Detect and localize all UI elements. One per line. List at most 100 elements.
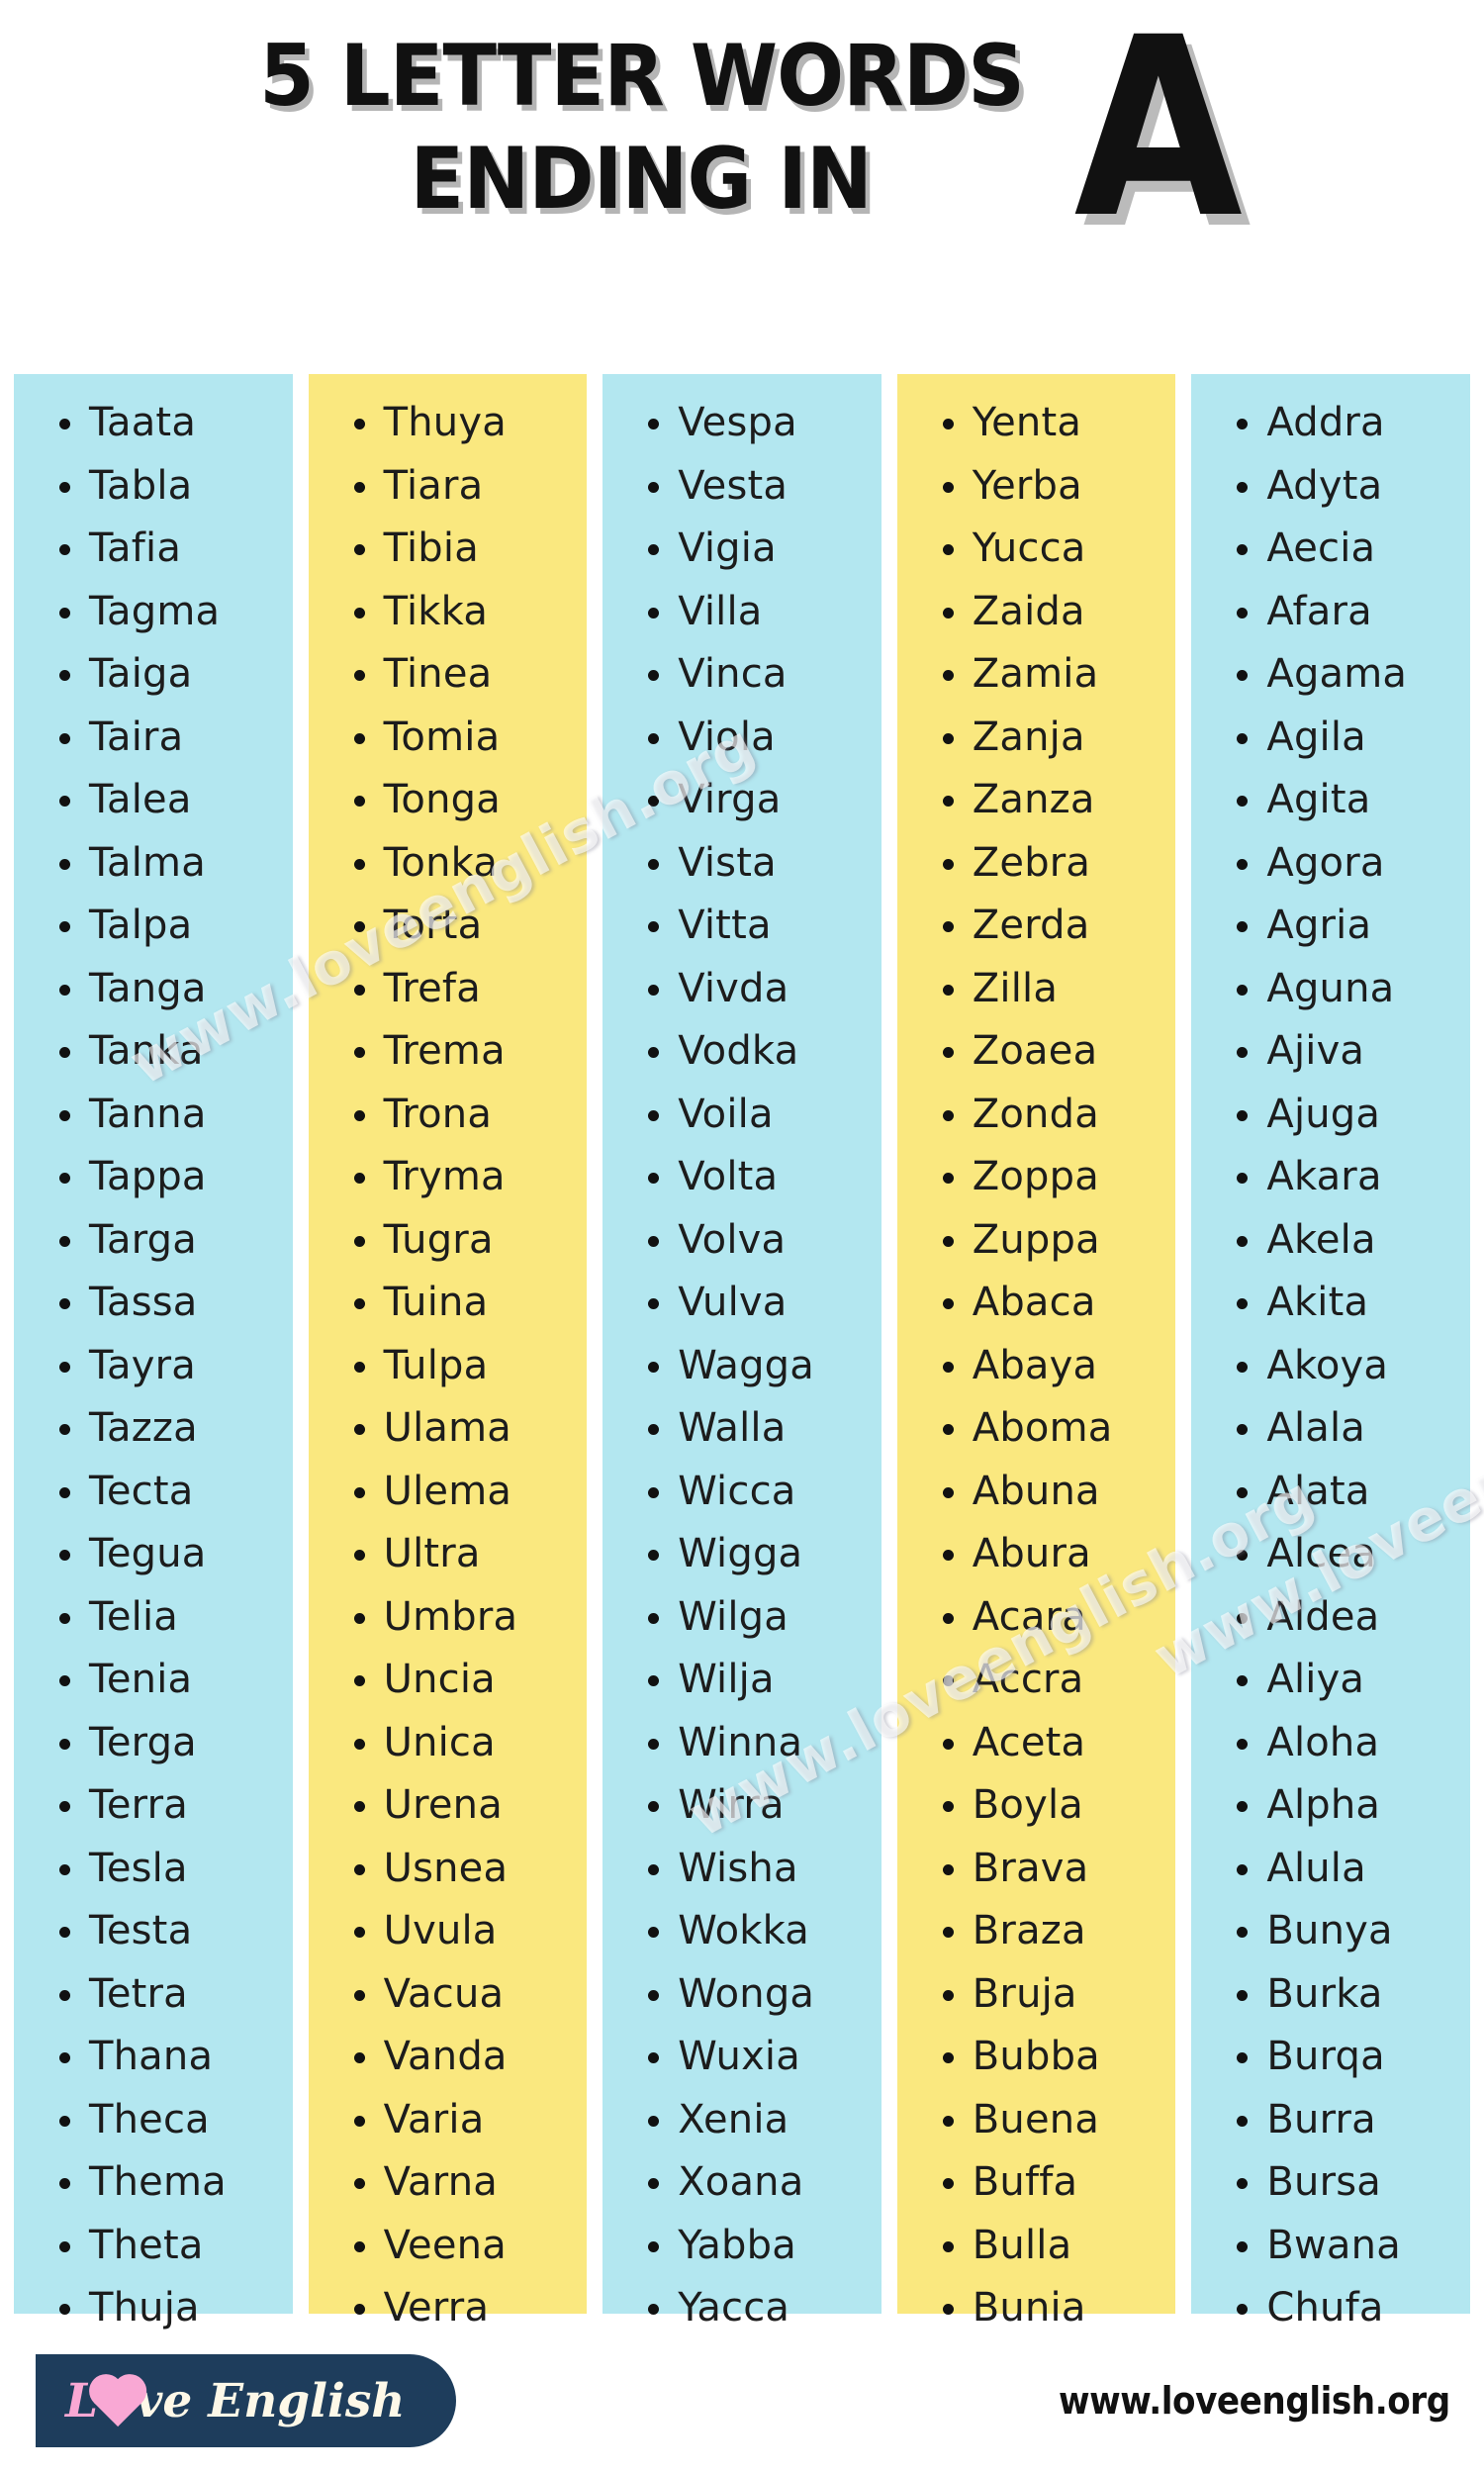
word-label: Tibia [383,525,479,571]
list-item: Xoana [603,2151,881,2215]
list-item: Volta [603,1146,881,1209]
list-item: Trema [309,1020,588,1084]
list-item: Tonga [309,769,588,832]
list-item: Addra [1191,392,1470,455]
bullet-icon [648,732,660,744]
bullet-icon [353,1235,365,1247]
list-item: Acara [897,1586,1176,1650]
bullet-icon [942,670,954,681]
bullet-icon [59,1173,70,1184]
list-item: Ulema [309,1461,588,1524]
bullet-icon [1237,1612,1249,1624]
list-item: Aboma [897,1397,1176,1461]
list-item: Trona [309,1084,588,1147]
list-item: Tanna [14,1084,293,1147]
word-label: Testa [89,1908,193,1953]
bullet-icon [59,670,70,681]
list-item: Tetra [14,1963,293,2027]
bullet-icon [353,1173,365,1184]
bullet-icon [648,1109,660,1121]
word-label: Vanda [383,2034,508,2079]
bullet-icon [59,732,70,744]
list-item: Akita [1191,1272,1470,1335]
word-label: Tayra [89,1342,196,1388]
list-item: Wagga [603,1335,881,1398]
bullet-icon [648,1927,660,1938]
logo-text: L ve English [65,2374,405,2428]
list-item: Wuxia [603,2026,881,2089]
list-item: Talea [14,769,293,832]
word-label: Vodka [678,1028,799,1074]
word-label: Vivda [678,965,789,1011]
list-item: Tassa [14,1272,293,1335]
love-english-logo[interactable]: L ve English [36,2354,457,2447]
word-label: Vista [678,839,777,886]
word-label: Wigga [678,1531,803,1576]
word-label: Talea [89,777,192,822]
word-label: Tiara [383,462,484,509]
word-label: Umbra [383,1593,518,1640]
word-label: Ulama [383,1405,511,1451]
word-label: Viola [678,714,776,760]
word-label: Ulema [383,1468,512,1514]
list-item: Terga [14,1712,293,1775]
word-label: Agama [1266,651,1408,697]
list-item: Wirra [603,1774,881,1838]
word-column-4: Yenta Yerba Yucca Zaida Zamia Zanja Zanza Zebra… [896,374,1176,2331]
word-label: Torta [383,903,483,948]
list-item: Uvula [309,1900,588,1963]
word-label: Talpa [89,903,193,948]
bullet-icon [942,1424,954,1435]
list-item: Talma [14,832,293,896]
word-label: Aceta [972,1719,1086,1765]
list-item: Tuina [309,1272,588,1335]
list-item: Yucca [897,518,1176,581]
bullet-icon [942,858,954,870]
bullet-icon [942,2115,954,2127]
bullet-icon [59,481,70,493]
word-label: Burka [1266,1970,1383,2017]
bullet-icon [1237,2115,1249,2127]
list-item: Braza [897,1900,1176,1963]
bullet-icon [648,1298,660,1309]
word-label: Vesta [678,462,788,509]
word-label: Tuina [383,1280,489,1325]
bullet-icon [942,1550,954,1561]
bullet-icon [353,1863,365,1875]
bullet-icon [1237,984,1249,996]
list-item: Abaya [897,1335,1176,1398]
bullet-icon [353,1989,365,2001]
list-item: Abuna [897,1461,1176,1524]
bullet-icon [1237,2304,1249,2315]
word-label: Zoaea [972,1028,1098,1074]
bullet-icon [648,1550,660,1561]
bullet-icon [353,419,365,429]
word-label: Accra [972,1657,1084,1702]
list-item: Targa [14,1209,293,1273]
bullet-icon [942,1863,954,1875]
list-item: Adyta [1191,455,1470,519]
bullet-icon [942,2304,954,2315]
bullet-icon [353,1738,365,1750]
bullet-icon [353,732,365,744]
bullet-icon [59,858,70,870]
bullet-icon [353,481,365,493]
list-item: Burra [1191,2089,1470,2152]
bullet-icon [1237,1298,1249,1309]
bullet-icon [1237,1173,1249,1184]
bullet-icon [1237,1801,1249,1812]
bullet-icon [59,1424,70,1435]
word-label: Zerda [972,903,1090,948]
word-label: Vacua [383,1970,505,2017]
bullet-icon [353,2178,365,2189]
word-label: Thema [89,2159,227,2205]
list-item: Vitta [603,895,881,958]
list-item: Xenia [603,2089,881,2152]
word-label: Tonka [383,839,499,886]
list-item: Varna [309,2151,588,2215]
bullet-icon [648,796,660,807]
word-label: Acara [972,1593,1086,1640]
word-label: Zaida [972,588,1085,634]
list-item: Theca [14,2089,293,2152]
bullet-icon [59,2304,70,2315]
